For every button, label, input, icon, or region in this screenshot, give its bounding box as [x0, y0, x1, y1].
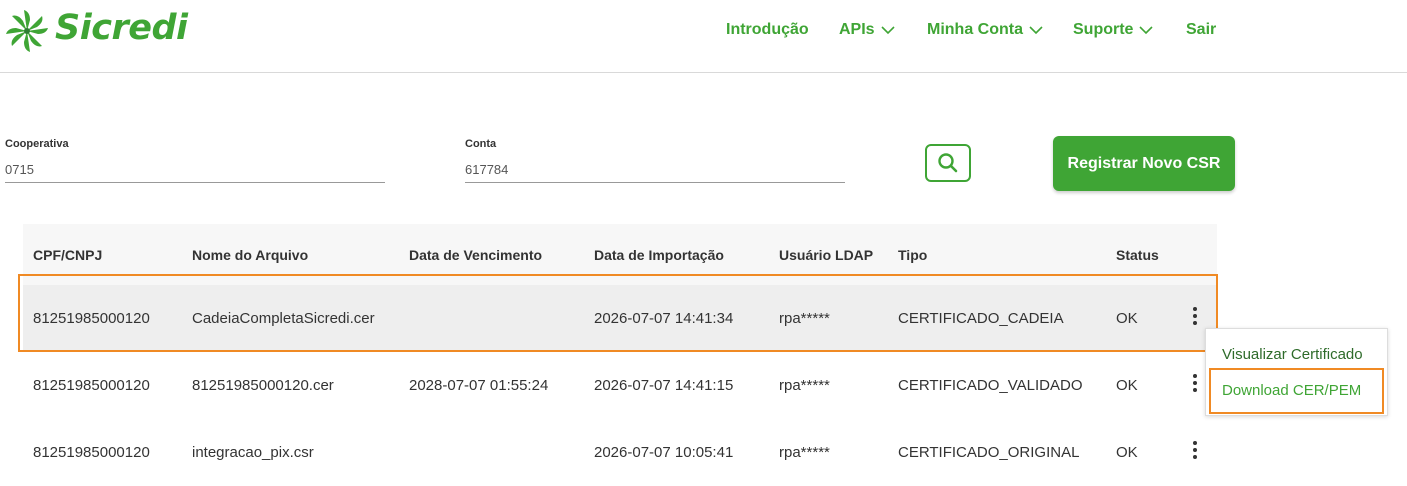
cell-tipo: CERTIFICADO_CADEIA: [898, 310, 1064, 327]
cell-vencimento: 2028-07-07 01:55:24: [409, 377, 549, 394]
register-csr-button[interactable]: Registrar Novo CSR: [1053, 136, 1235, 191]
cooperativa-field: Cooperativa 0715: [5, 138, 385, 183]
cell-status: OK: [1116, 310, 1138, 327]
cell-usuario: rpa*****: [779, 444, 830, 461]
certificates-table: CPF/CNPJ Nome do Arquivo Data de Vencime…: [23, 224, 1217, 486]
search-icon: [938, 153, 958, 173]
table-header: CPF/CNPJ Nome do Arquivo Data de Vencime…: [23, 224, 1217, 285]
nav-introducao-label: Introdução: [726, 21, 809, 38]
cell-arquivo: integracao_pix.csr: [192, 444, 314, 461]
nav-apis-label: APIs: [839, 21, 875, 38]
table-row[interactable]: 81251985000120 81251985000120.cer 2028-0…: [23, 352, 1217, 419]
column-header[interactable]: Status: [1116, 247, 1159, 263]
cell-importacao: 2026-07-07 14:41:15: [594, 377, 734, 394]
nav-sair-label: Sair: [1186, 21, 1217, 38]
row-actions-kebab-icon[interactable]: [1187, 441, 1203, 463]
cooperativa-label: Cooperativa: [5, 138, 69, 150]
nav-introducao[interactable]: Introdução: [726, 21, 809, 39]
brand-name[interactable]: Sicredi: [55, 8, 188, 48]
cell-arquivo: CadeiaCompletaSicredi.cer: [192, 310, 375, 327]
column-header[interactable]: CPF/CNPJ: [33, 247, 102, 263]
column-header[interactable]: Usuário LDAP: [779, 247, 873, 263]
cooperativa-input[interactable]: 0715: [5, 154, 385, 183]
conta-field: Conta 617784: [465, 138, 845, 183]
sicredi-logo-icon[interactable]: [4, 8, 50, 54]
cell-tipo: CERTIFICADO_ORIGINAL: [898, 444, 1080, 461]
table-row[interactable]: 81251985000120 integracao_pix.csr 2026-0…: [23, 419, 1217, 486]
cell-cpf: 81251985000120: [33, 444, 150, 461]
table-row[interactable]: 81251985000120 CadeiaCompletaSicredi.cer…: [23, 285, 1217, 352]
nav-apis[interactable]: APIs: [839, 21, 895, 39]
chevron-down-icon: [1139, 26, 1154, 35]
row-actions-kebab-icon[interactable]: [1187, 374, 1203, 396]
menu-item-visualizar-certificado[interactable]: Visualizar Certificado: [1222, 346, 1363, 363]
cell-importacao: 2026-07-07 14:41:34: [594, 310, 734, 327]
column-header[interactable]: Nome do Arquivo: [192, 247, 308, 263]
column-header[interactable]: Data de Vencimento: [409, 247, 542, 263]
cell-arquivo: 81251985000120.cer: [192, 377, 334, 394]
cell-cpf: 81251985000120: [33, 310, 150, 327]
cell-usuario: rpa*****: [779, 377, 830, 394]
column-header[interactable]: Tipo: [898, 247, 927, 263]
nav-minha-conta-label: Minha Conta: [927, 21, 1023, 38]
nav-suporte-label: Suporte: [1073, 21, 1134, 38]
nav-sair[interactable]: Sair: [1186, 21, 1216, 39]
row-actions-menu: Visualizar Certificado Download CER/PEM: [1205, 328, 1388, 416]
conta-input[interactable]: 617784: [465, 154, 845, 183]
top-header: Sicredi Introdução APIs Minha Conta Supo…: [0, 0, 1407, 73]
chevron-down-icon: [881, 26, 895, 35]
cell-cpf: 81251985000120: [33, 377, 150, 394]
nav-minha-conta[interactable]: Minha Conta: [927, 21, 1043, 39]
chevron-down-icon: [1029, 26, 1043, 35]
menu-item-download-cer-pem[interactable]: Download CER/PEM: [1222, 382, 1361, 399]
search-button[interactable]: [925, 144, 971, 182]
cell-usuario: rpa*****: [779, 310, 830, 327]
row-actions-kebab-icon[interactable]: [1187, 307, 1203, 329]
conta-label: Conta: [465, 138, 497, 150]
cell-status: OK: [1116, 377, 1138, 394]
nav-suporte[interactable]: Suporte: [1073, 21, 1154, 39]
cell-importacao: 2026-07-07 10:05:41: [594, 444, 734, 461]
column-header[interactable]: Data de Importação: [594, 247, 724, 263]
cell-tipo: CERTIFICADO_VALIDADO: [898, 377, 1083, 394]
cell-status: OK: [1116, 444, 1138, 461]
